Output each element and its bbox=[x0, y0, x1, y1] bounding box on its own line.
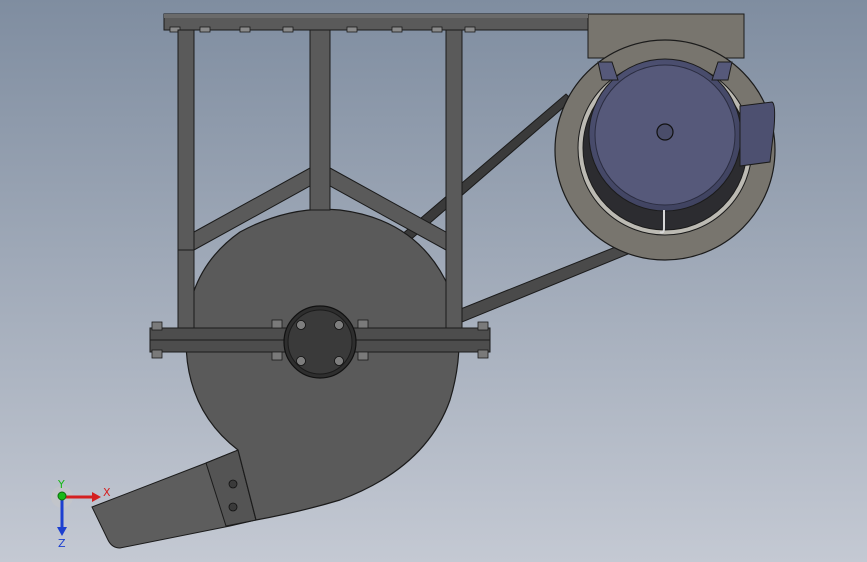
electric-motor[interactable] bbox=[554, 13, 776, 261]
cad-3d-viewport[interactable]: X Y Z bbox=[0, 0, 867, 562]
top-mounting-plate[interactable] bbox=[163, 13, 589, 33]
y-axis-marker bbox=[57, 491, 67, 501]
z-axis-label: Z bbox=[58, 537, 66, 550]
fan-assembly-model[interactable]: X Y Z bbox=[0, 0, 867, 562]
y-axis-label: Y bbox=[57, 478, 65, 491]
x-axis-label: X bbox=[103, 486, 111, 499]
motor-terminal-box bbox=[739, 101, 776, 167]
motor-shaft bbox=[656, 123, 674, 141]
fan-shaft-hub[interactable] bbox=[283, 305, 357, 379]
